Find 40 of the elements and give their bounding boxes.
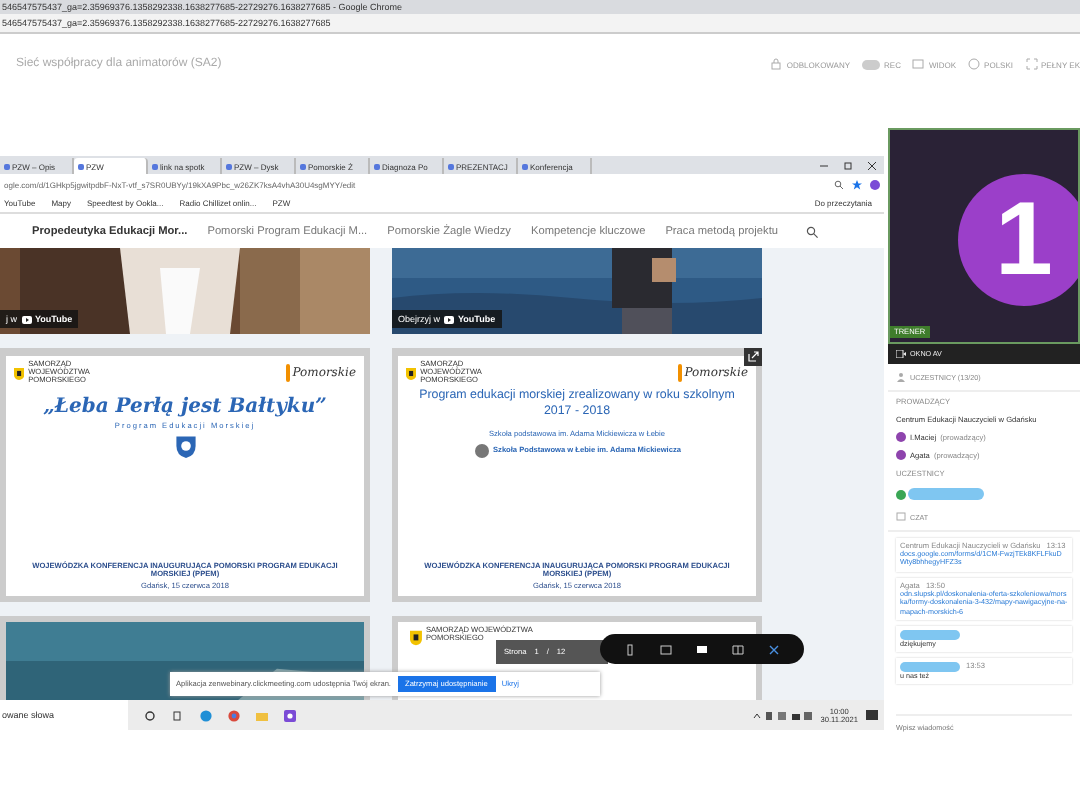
desktop-view-icon[interactable] [696,643,708,655]
globe-icon [968,58,981,70]
avatar-icon [896,489,906,499]
star-icon[interactable] [852,179,862,189]
layout-icon [912,58,925,70]
redacted-name [908,488,984,500]
slide-title: „Łeba Perłą jest Bałtyku” [43,396,327,419]
open-external-icon[interactable] [744,348,762,366]
camera-app-icon[interactable] [284,709,296,721]
shield-emblem-icon [173,434,197,459]
close-icon[interactable] [868,162,876,170]
redacted-name [900,629,960,640]
exclamation-mark-logo [678,364,683,383]
lock-icon [770,58,783,70]
avatar-number: 1 [958,174,1078,306]
play-icon [21,315,31,323]
search-icon[interactable] [805,225,818,237]
task-view-icon[interactable] [172,709,184,721]
book-icon[interactable] [732,643,744,655]
zoom-icon[interactable] [834,179,844,189]
coat-of-arms-icon [14,363,25,384]
profile-icon[interactable] [870,179,880,189]
coat-of-arms-icon [410,628,422,648]
fullscreen-icon [1025,58,1037,70]
maximize-icon[interactable] [844,162,852,170]
school-emblem-icon [473,441,490,460]
camera-icon [896,350,906,358]
play-icon [444,315,455,323]
browser-icon[interactable] [228,709,240,721]
tray-icons[interactable] [752,709,813,721]
minimize-icon[interactable] [820,162,828,170]
tablet-view-icon[interactable] [660,643,672,655]
coat-of-arms-icon [406,363,417,384]
circle-icon[interactable] [144,709,156,721]
browser-icon[interactable] [200,709,212,721]
exclamation-mark-logo [286,364,291,383]
redacted-name [900,661,960,672]
phone-view-icon[interactable] [624,643,636,655]
people-icon [896,372,906,382]
close-icon[interactable] [768,643,780,655]
